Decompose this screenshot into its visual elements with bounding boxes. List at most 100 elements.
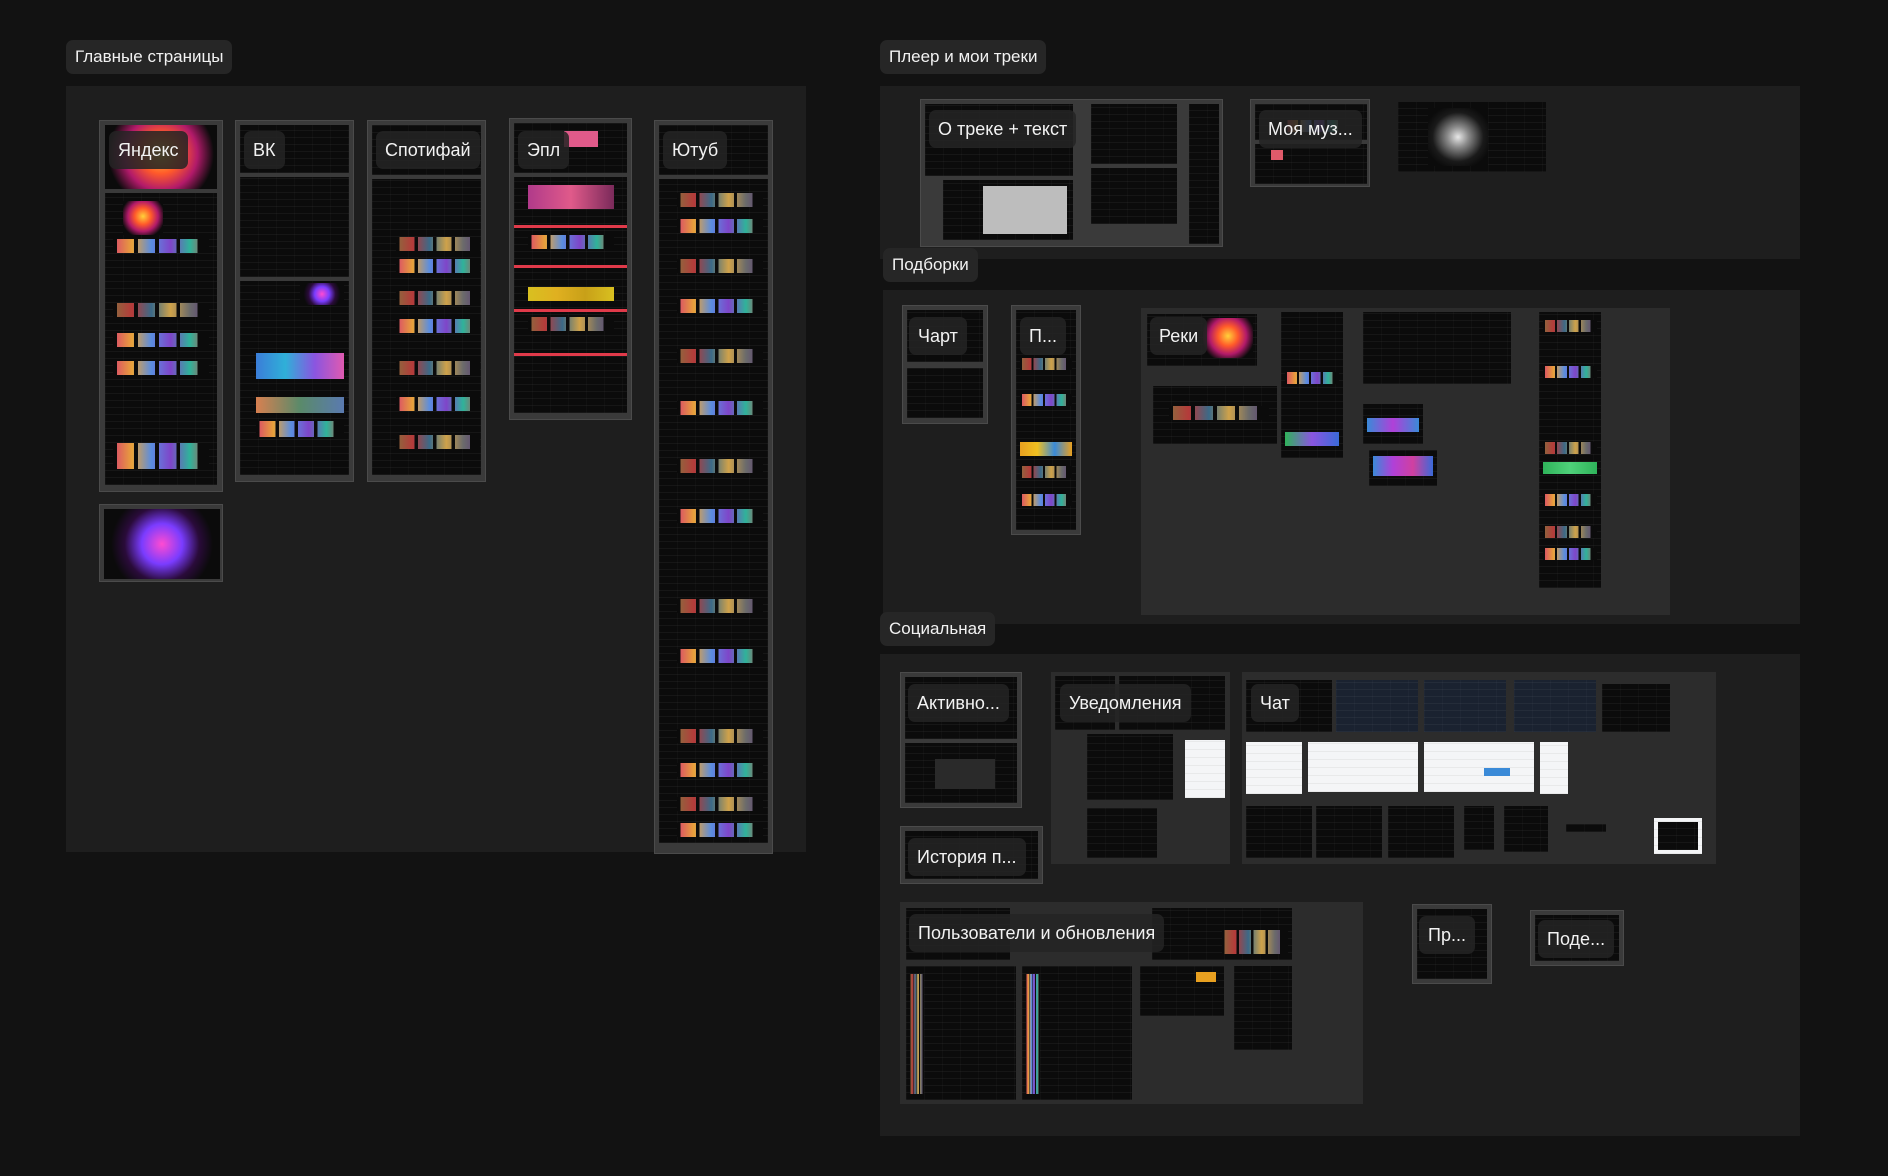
frame-label-yandex[interactable]: Яндекс [109,131,188,169]
screenshot-thumbnail [372,179,481,475]
frame-label-spotify[interactable]: Спотифай [376,131,480,169]
screenshot-thumbnail [1363,312,1511,384]
frame-label-my-music[interactable]: Моя муз... [1259,110,1362,148]
frame-yandex[interactable] [99,120,223,492]
cover-art [300,283,344,305]
cover-row [1373,456,1433,476]
cover-row [1020,466,1072,478]
screenshot-thumbnail [1336,680,1418,732]
cover-row [1543,442,1597,454]
frame-label-about-track[interactable]: О треке + текст [929,110,1077,148]
cover-row [677,193,763,207]
cover-row [677,299,763,313]
cover-row [528,235,614,249]
frame-label-vk[interactable]: ВК [244,131,285,169]
cover-row [113,239,209,253]
highlight-line [514,225,627,228]
cover-row [677,823,763,837]
frame-label-chat[interactable]: Чат [1251,684,1299,722]
highlight-line [514,353,627,356]
frame-label-pr[interactable]: Пр... [1419,916,1475,954]
screenshot-thumbnail [1246,742,1302,794]
cover-row [1285,432,1339,446]
cover-row [1367,418,1419,432]
section-title-main-pages[interactable]: Главные страницы [66,40,233,74]
screenshot-thumbnail [1654,818,1702,854]
cover-row [677,763,763,777]
cover-row [113,443,209,469]
cover-column [910,974,924,1094]
cover-row [677,649,763,663]
screenshot-thumbnail [1369,450,1437,486]
screenshot-thumbnail [905,743,1017,803]
frame-youtube[interactable] [654,120,773,854]
screenshot-thumbnail [105,193,217,485]
section-title-social[interactable]: Социальная [880,612,996,646]
cover-row [1222,930,1288,954]
screenshot-thumbnail [1153,386,1277,444]
section-title-player[interactable]: Плеер и мои треки [880,40,1047,74]
cover-row [528,317,614,331]
cover-row [677,219,763,233]
banner [528,185,614,209]
cover-row [677,599,763,613]
send-button-preview [1484,768,1510,776]
cover-row [396,291,480,305]
cover-row [1169,406,1269,420]
frame-label-apple[interactable]: Эпл [518,131,570,169]
highlight-line [514,309,627,312]
section-title-collections[interactable]: Подборки [883,248,978,282]
frame-yandex-player[interactable] [99,504,223,582]
frame-label-youtube[interactable]: Ютуб [663,131,728,169]
screenshot-thumbnail [1504,806,1548,852]
cover-row [677,509,763,523]
screenshot-thumbnail [1234,966,1292,1050]
cover-row [396,259,480,273]
lyrics-panel [983,186,1067,234]
frame-vk[interactable] [235,120,354,482]
screenshot-thumbnail [240,177,349,277]
cover-row [256,421,344,437]
cover-row [396,361,480,375]
frame-label-notifications[interactable]: Уведомления [1060,684,1191,722]
cover-row [677,459,763,473]
section-main-pages: Яндекс ВК Спотифай Эпл Ютуб [66,86,806,854]
screenshot-thumbnail [906,966,1016,1100]
section-collections: Чарт П... Реки [883,290,1800,624]
badge-preview [1196,972,1216,982]
screenshot-thumbnail [1022,966,1132,1100]
frame-label-users[interactable]: Пользователи и обновления [909,914,1165,952]
screenshot-thumbnail [943,180,1073,240]
cover-row [677,349,763,363]
screenshot-thumbnail[interactable] [1398,102,1546,172]
cover-row [1020,442,1072,456]
screenshot-thumbnail [1539,312,1601,588]
cover-row [677,797,763,811]
frame-chat[interactable] [1242,672,1716,864]
highlight-line [514,265,627,268]
cover-row [113,303,209,317]
frame-spotify[interactable] [367,120,486,482]
frame-label-activity[interactable]: Активно... [908,684,1009,722]
dialog [935,759,995,789]
cover-row [677,259,763,273]
cover-row [396,397,480,411]
screenshot-thumbnail [1514,680,1596,732]
frame-label-p[interactable]: П... [1020,317,1066,355]
banner [256,397,344,413]
cover-row [528,287,614,301]
section-social: Активно... История п... Уведомления Чат [880,654,1800,1136]
cover-row [1020,394,1072,406]
cover-row [396,319,480,333]
frame-recs[interactable] [1141,308,1670,615]
cover-row [1543,526,1597,538]
cover-column [1026,974,1040,1094]
screenshot-thumbnail [1308,742,1418,792]
frame-label-share[interactable]: Поде... [1538,920,1615,958]
screenshot-thumbnail [1363,404,1423,444]
frame-label-history[interactable]: История п... [908,838,1026,876]
frame-label-chart[interactable]: Чарт [909,317,967,355]
screenshot-thumbnail [1281,312,1343,458]
frame-label-recs[interactable]: Реки [1150,317,1208,355]
screenshot-thumbnail [659,179,768,843]
